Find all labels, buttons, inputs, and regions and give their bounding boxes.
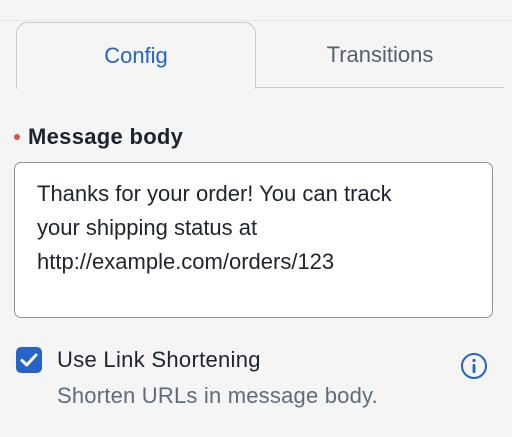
message-body-label: Message body [14,124,183,150]
config-panel: Config Transitions Message body Use Link… [0,0,512,437]
message-body-label-text: Message body [28,124,184,149]
tab-config-label: Config [104,43,168,68]
required-indicator [14,134,20,140]
tab-bar: Config Transitions [16,22,504,89]
top-divider [0,20,512,21]
tab-config[interactable]: Config [16,22,256,89]
tab-transitions-label: Transitions [326,42,434,67]
link-shortening-description: Shorten URLs in message body. [57,383,378,408]
checkmark-icon [20,353,38,367]
link-shortening-label[interactable]: Use Link Shortening [57,347,261,373]
info-icon[interactable] [460,352,488,380]
tab-transitions[interactable]: Transitions [256,22,504,88]
message-body-textarea[interactable] [14,162,493,318]
link-shortening-checkbox[interactable] [16,347,42,373]
